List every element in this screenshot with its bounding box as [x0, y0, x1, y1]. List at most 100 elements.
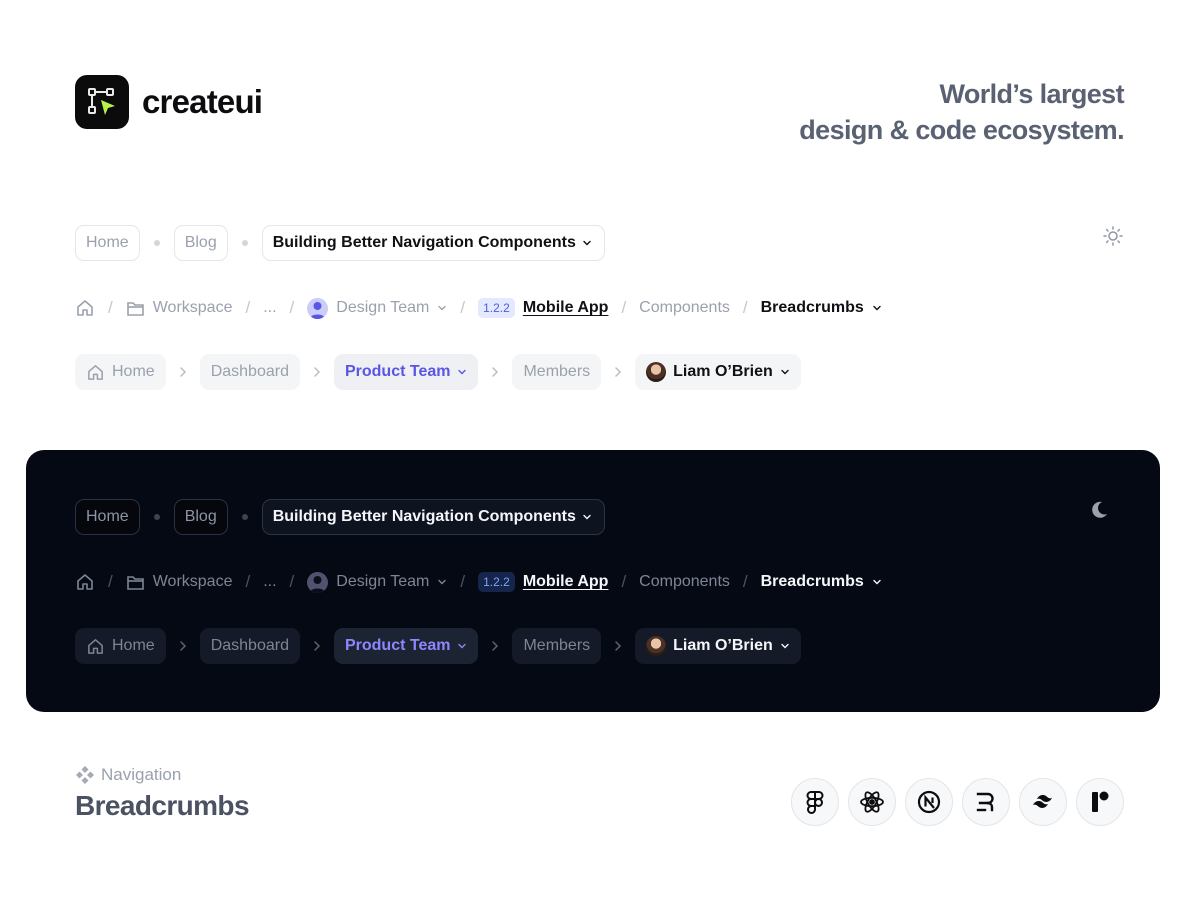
- tech-stack: [791, 778, 1124, 826]
- current-crumb-label: Breadcrumbs: [760, 299, 864, 316]
- pill-blog[interactable]: Blog: [173, 225, 228, 261]
- pill-blog[interactable]: Blog: [173, 499, 228, 535]
- design-team-label: Design Team: [336, 299, 430, 316]
- avatar: [646, 636, 667, 656]
- home-icon: [77, 300, 93, 316]
- pill-current-dropdown[interactable]: Building Better Navigation Components: [261, 499, 605, 535]
- ellipsis-crumb[interactable]: ...: [263, 299, 276, 317]
- workspace-label: Workspace: [152, 573, 233, 590]
- chip-dashboard[interactable]: Dashboard: [199, 628, 300, 664]
- mobile-app-crumb[interactable]: 1.2.2 Mobile App: [478, 572, 608, 592]
- components-crumb[interactable]: Components: [639, 573, 730, 591]
- current-crumb-dropdown[interactable]: Breadcrumbs: [761, 299, 882, 317]
- separator-slash: /: [460, 298, 466, 317]
- chip-breadcrumb: Home Dashboard Product Team Members Liam…: [75, 354, 801, 390]
- slash-breadcrumb: / Workspace / ... / Design Team / 1.2.2 …: [75, 290, 882, 326]
- separator-slash: /: [621, 572, 627, 591]
- workspace-crumb[interactable]: Workspace: [126, 573, 233, 591]
- current-crumb-label: Breadcrumbs: [760, 573, 864, 590]
- chip-product-team-label: Product Team: [344, 637, 451, 654]
- chip-dashboard[interactable]: Dashboard: [199, 354, 300, 390]
- avatar: [646, 362, 667, 382]
- chip-product-team-label: Product Team: [344, 363, 451, 380]
- react-icon[interactable]: [848, 778, 896, 826]
- separator-slash: /: [289, 298, 295, 317]
- dark-theme-panel: Home Blog Building Better Navigation Com…: [26, 450, 1160, 712]
- slash-breadcrumb-dark: / Workspace / ... / Design Team / 1.2.2 …: [75, 564, 882, 600]
- separator-slash: /: [108, 572, 113, 591]
- ellipsis-crumb[interactable]: ...: [263, 573, 276, 591]
- separator-slash: /: [245, 572, 251, 591]
- version-badge: 1.2.2: [478, 298, 515, 318]
- chip-home-label: Home: [112, 363, 155, 380]
- separator-dot: [153, 514, 160, 520]
- chevron-down-icon: [438, 305, 447, 311]
- version-badge: 1.2.2: [478, 572, 515, 592]
- chip-members[interactable]: Members: [512, 354, 602, 390]
- brand: createui: [75, 75, 263, 129]
- chip-members[interactable]: Members: [512, 628, 602, 664]
- separator-slash: /: [621, 298, 627, 317]
- folder-icon: [126, 301, 144, 316]
- pill-breadcrumb: Home Blog Building Better Navigation Com…: [75, 225, 605, 261]
- chip-user-dropdown[interactable]: Liam O’Brien: [635, 354, 801, 390]
- chip-home[interactable]: Home: [75, 354, 166, 390]
- chevron-right-icon: [490, 366, 500, 378]
- design-team-label: Design Team: [336, 573, 430, 590]
- chevron-down-icon: [781, 643, 789, 649]
- mobile-app-crumb[interactable]: 1.2.2 Mobile App: [478, 298, 608, 318]
- mobile-app-link[interactable]: Mobile App: [523, 299, 609, 317]
- sun-icon[interactable]: [1102, 225, 1124, 247]
- design-team-crumb[interactable]: Design Team: [307, 571, 447, 593]
- separator-dot: [153, 240, 160, 246]
- chip-product-team-dropdown[interactable]: Product Team: [333, 628, 479, 664]
- chip-home-label: Home: [112, 637, 155, 654]
- user-avatar-icon: [307, 571, 329, 593]
- chevron-down-icon: [873, 579, 881, 585]
- chevron-right-icon: [613, 640, 623, 652]
- pill-breadcrumb-dark: Home Blog Building Better Navigation Com…: [75, 499, 605, 535]
- chip-user-dropdown[interactable]: Liam O’Brien: [635, 628, 801, 664]
- separator-dot: [241, 514, 248, 520]
- tagline-line-2: design & code ecosystem.: [799, 115, 1124, 145]
- home-crumb[interactable]: [75, 572, 95, 592]
- moon-icon[interactable]: [1088, 499, 1110, 521]
- chip-product-team-dropdown[interactable]: Product Team: [333, 354, 479, 390]
- category-label: Navigation: [76, 765, 181, 785]
- chevron-down-icon: [583, 240, 591, 246]
- createui-logo-icon: [75, 75, 129, 129]
- components-crumb[interactable]: Components: [639, 299, 730, 317]
- pill-current-dropdown[interactable]: Building Better Navigation Components: [261, 225, 605, 261]
- pill-home[interactable]: Home: [75, 499, 140, 535]
- chevron-down-icon: [583, 514, 591, 520]
- chevron-down-icon: [873, 305, 881, 311]
- home-crumb[interactable]: [75, 298, 95, 318]
- pill-home[interactable]: Home: [75, 225, 140, 261]
- design-team-crumb[interactable]: Design Team: [307, 297, 447, 319]
- framer-icon[interactable]: [1076, 778, 1124, 826]
- chevron-down-icon: [438, 579, 447, 585]
- chip-user-label: Liam O’Brien: [673, 637, 773, 654]
- tailwind-icon[interactable]: [1019, 778, 1067, 826]
- workspace-crumb[interactable]: Workspace: [126, 299, 232, 317]
- chevron-right-icon: [613, 366, 623, 378]
- figma-icon[interactable]: [791, 778, 839, 826]
- pill-current-label: Building Better Navigation Components: [272, 234, 576, 251]
- separator-slash: /: [742, 572, 748, 591]
- separator-slash: /: [742, 298, 748, 317]
- separator-dot: [241, 240, 248, 246]
- chevron-down-icon: [458, 643, 467, 649]
- current-crumb-dropdown[interactable]: Breadcrumbs: [761, 573, 882, 591]
- chevron-down-icon: [458, 369, 467, 375]
- nextjs-icon[interactable]: [905, 778, 953, 826]
- tagline-line-1: World’s largest: [939, 79, 1124, 109]
- separator-slash: /: [289, 572, 295, 591]
- brand-name: createui: [142, 83, 263, 120]
- chip-home[interactable]: Home: [75, 628, 166, 664]
- user-avatar-icon: [307, 297, 329, 319]
- pill-current-label: Building Better Navigation Components: [272, 508, 576, 525]
- separator-slash: /: [460, 572, 466, 591]
- home-icon: [77, 574, 93, 590]
- remix-icon[interactable]: [962, 778, 1010, 826]
- mobile-app-link[interactable]: Mobile App: [523, 573, 609, 591]
